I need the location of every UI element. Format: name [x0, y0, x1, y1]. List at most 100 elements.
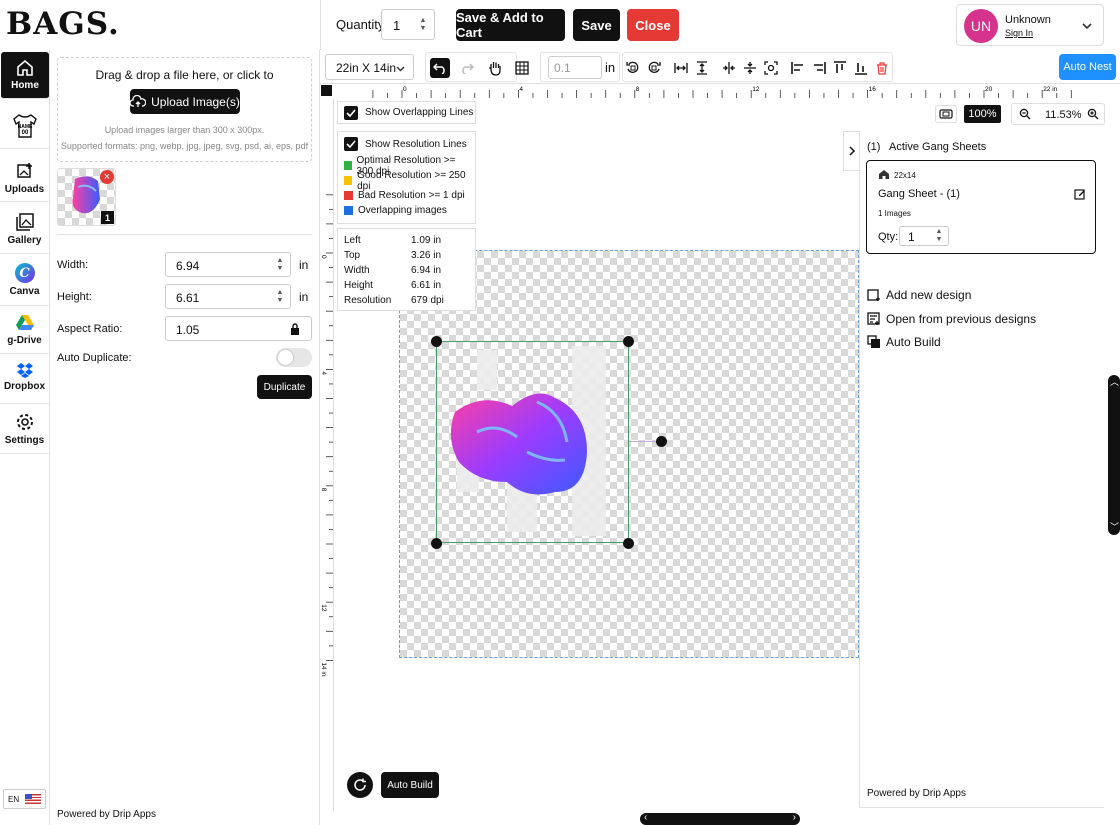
height-field[interactable]: 6.61 ▲ ▼	[165, 284, 291, 309]
scroll-left-icon[interactable]: ‹	[644, 812, 647, 823]
uploaded-thumbnail[interactable]: × 1	[57, 168, 116, 226]
vertical-scrollbar[interactable]: ︿ ﹀	[1108, 375, 1120, 535]
close-button[interactable]: Close	[627, 9, 679, 41]
sidebar-item-gdrive[interactable]: g-Drive	[0, 308, 49, 354]
fit-screen-icon[interactable]	[935, 105, 957, 123]
scroll-right-icon[interactable]: ›	[793, 812, 796, 823]
lock-icon[interactable]	[290, 323, 300, 335]
focus-center-icon[interactable]	[761, 58, 781, 78]
user-name: Unknown	[1005, 14, 1051, 26]
user-menu[interactable]: UN Unknown Sign In	[956, 4, 1104, 46]
width-field[interactable]: 6.94 ▲ ▼	[165, 252, 291, 277]
save-add-to-cart-button[interactable]: Save & Add to Cart	[456, 9, 565, 41]
upload-images-button[interactable]: Upload Image(s)	[130, 89, 240, 114]
sheet-qty-stepper[interactable]: 1 ▲ ▼	[899, 226, 949, 246]
fit-width-icon[interactable]	[671, 58, 691, 78]
remove-thumbnail-icon[interactable]: ×	[100, 170, 114, 184]
open-previous-designs-link[interactable]: Open from previous designs	[867, 312, 1036, 326]
logo[interactable]: BAGS.	[6, 6, 119, 44]
scroll-up-icon[interactable]: ︿	[1110, 375, 1119, 388]
ruler-label: 4	[519, 86, 523, 93]
rotate-handle-line	[629, 441, 658, 442]
sheet-size-select[interactable]: 22in X 14in	[325, 54, 414, 80]
auto-duplicate-toggle[interactable]	[276, 348, 312, 367]
resize-handle-top-right[interactable]	[623, 336, 634, 347]
rotate-right-icon[interactable]	[644, 58, 664, 78]
show-overlapping-toggle[interactable]: Show Overlapping Lines	[337, 101, 476, 124]
checkbox-checked-icon	[344, 137, 358, 151]
sidebar-item-gallery[interactable]: Gallery	[0, 204, 49, 254]
quantity-stepper[interactable]: 1 ▲ ▼	[381, 9, 435, 40]
fit-height-icon[interactable]	[692, 58, 712, 78]
info-left: Left 1.09 in	[344, 235, 442, 246]
sidebar-item-settings[interactable]: Settings	[0, 406, 49, 454]
duplicate-button[interactable]: Duplicate	[257, 375, 312, 399]
width-spin-icon[interactable]: ▲ ▼	[273, 253, 287, 276]
rotate-left-icon[interactable]	[623, 58, 643, 78]
auto-build-link[interactable]: Auto Build	[867, 335, 941, 349]
rotate-handle[interactable]	[656, 436, 667, 447]
canva-icon: C	[14, 263, 35, 283]
aspect-ratio-field[interactable]: 1.05	[165, 316, 312, 341]
align-bottom-icon[interactable]	[851, 58, 871, 78]
edit-icon[interactable]	[1074, 188, 1086, 200]
sign-in-link[interactable]: Sign In	[1005, 28, 1033, 38]
canvas-auto-build-button[interactable]: Auto Build	[381, 772, 439, 798]
delete-icon[interactable]	[872, 58, 892, 78]
dropzone-text: Drag & drop a file here, or click to	[95, 68, 274, 82]
undo-icon[interactable]	[430, 58, 450, 78]
grid-icon[interactable]	[512, 58, 532, 78]
save-button[interactable]: Save	[573, 9, 620, 41]
redo-icon[interactable]	[457, 58, 477, 78]
refresh-button[interactable]	[347, 772, 373, 798]
sidebar-item-dropbox[interactable]: Dropbox	[0, 356, 49, 404]
gang-sheet-card[interactable]: 22x14 Gang Sheet - (1) 1 Images Qty: 1 ▲…	[866, 160, 1096, 254]
auto-nest-button[interactable]: Auto Nest	[1059, 54, 1116, 80]
width-label: Width:	[57, 259, 89, 271]
quantity-spin-icon[interactable]: ▲ ▼	[416, 10, 430, 39]
zoom-out-icon[interactable]	[1019, 108, 1031, 120]
spacing-input[interactable]: 0.1	[548, 56, 602, 79]
zoom-level: 11.53%	[1045, 109, 1082, 121]
show-resolution-label: Show Resolution Lines	[365, 138, 467, 150]
align-left-icon[interactable]	[788, 58, 808, 78]
ruler-corner	[321, 85, 332, 96]
auto-duplicate-label: Auto Duplicate:	[57, 352, 132, 364]
height-spin-icon[interactable]: ▲ ▼	[273, 285, 287, 308]
add-design-icon	[867, 289, 880, 301]
align-top-icon[interactable]	[830, 58, 850, 78]
selected-design[interactable]	[436, 341, 629, 543]
format-hint: Supported formats: png, webp, jpg, jpeg,…	[60, 141, 309, 151]
add-new-design-link[interactable]: Add new design	[867, 288, 971, 302]
gdrive-icon	[15, 315, 34, 330]
sidebar-item-uploads[interactable]: Uploads	[0, 152, 49, 202]
checkbox-checked-icon	[344, 105, 358, 120]
language-selector[interactable]: EN	[3, 789, 46, 809]
sidebar-item-label: Settings	[4, 435, 45, 446]
home-icon	[17, 59, 33, 76]
resize-handle-bottom-left[interactable]	[431, 538, 442, 549]
center-vertical-icon[interactable]	[740, 58, 760, 78]
drip-apps-link[interactable]: Drip Apps	[113, 809, 156, 820]
qty-spin-icon[interactable]: ▲ ▼	[932, 227, 946, 245]
gallery-icon	[15, 213, 34, 231]
horizontal-scrollbar[interactable]: ‹ ›	[640, 812, 800, 825]
zoom-in-icon[interactable]	[1087, 108, 1099, 120]
resize-handle-top-left[interactable]	[431, 336, 442, 347]
collapse-panel-button[interactable]	[843, 131, 860, 171]
sidebar-item-templates[interactable]: NAME 00	[0, 105, 49, 149]
scroll-down-icon[interactable]: ﹀	[1110, 520, 1119, 533]
drip-apps-link[interactable]: Drip Apps	[923, 788, 966, 799]
sidebar-item-canva[interactable]: C Canva	[0, 256, 49, 306]
align-right-icon[interactable]	[809, 58, 829, 78]
ruler-label: 16	[869, 86, 877, 93]
upload-dropzone[interactable]: Drag & drop a file here, or click to Upl…	[57, 57, 312, 162]
document-list-icon	[867, 312, 880, 325]
sidebar-item-home[interactable]: Home	[1, 52, 49, 99]
zoom-100-button[interactable]: 100%	[964, 105, 1001, 123]
resize-handle-bottom-right[interactable]	[623, 538, 634, 549]
hand-pan-icon[interactable]	[485, 58, 505, 78]
show-resolution-toggle[interactable]: Show Resolution Lines	[344, 136, 469, 152]
center-horizontal-icon[interactable]	[719, 58, 739, 78]
sheet-image-count: 1 Images	[878, 209, 911, 218]
